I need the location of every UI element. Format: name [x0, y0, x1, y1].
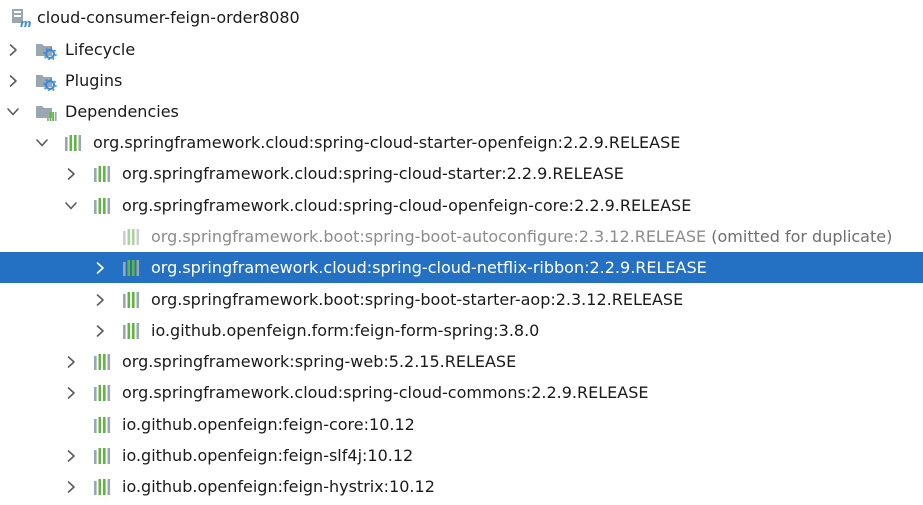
tree-row-label: org.springframework.cloud:spring-cloud-o…	[122, 196, 691, 215]
dependency-coordinates: org.springframework.cloud:spring-cloud-o…	[122, 196, 692, 215]
dependency-coordinates: org.springframework.boot:spring-boot-aut…	[151, 227, 707, 246]
folder-gear-icon	[35, 70, 57, 92]
tree-row[interactable]: org.springframework.boot:spring-boot-aut…	[0, 221, 923, 252]
dependency-coordinates: io.github.openfeign.form:feign-form-spri…	[151, 321, 540, 340]
tree-row-label: org.springframework:spring-web:5.2.15.RE…	[122, 352, 516, 371]
chevron-right-icon[interactable]	[63, 479, 79, 495]
tree-row-label: org.springframework.cloud:spring-cloud-s…	[93, 133, 680, 152]
chevron-right-icon[interactable]	[63, 354, 79, 370]
chevron-down-icon[interactable]	[34, 135, 50, 151]
library-icon	[91, 163, 113, 185]
tree-row-label: org.springframework.boot:spring-boot-sta…	[151, 290, 683, 309]
svg-text:m: m	[20, 17, 31, 28]
chevron-right-icon[interactable]	[5, 42, 21, 58]
dependency-coordinates: Lifecycle	[65, 40, 136, 59]
tree-row[interactable]: org.springframework.cloud:spring-cloud-o…	[0, 190, 923, 221]
library-icon	[120, 226, 142, 248]
tree-row-label: io.github.openfeign.form:feign-form-spri…	[151, 321, 539, 340]
folder-library-icon	[35, 101, 57, 123]
dependency-coordinates: org.springframework:spring-web:5.2.15.RE…	[122, 352, 517, 371]
tree-row[interactable]: io.github.openfeign:feign-slf4j:10.12	[0, 440, 923, 471]
tree-row-label: Lifecycle	[65, 40, 135, 59]
tree-row-label: org.springframework.cloud:spring-cloud-n…	[151, 258, 707, 277]
tree-row[interactable]: org.springframework.cloud:spring-cloud-n…	[0, 252, 923, 283]
dependency-coordinates: org.springframework.cloud:spring-cloud-c…	[122, 383, 649, 402]
tree-row[interactable]: Lifecycle	[0, 34, 923, 65]
tree-row-label: io.github.openfeign:feign-slf4j:10.12	[122, 446, 413, 465]
library-icon	[120, 257, 142, 279]
library-icon	[62, 132, 84, 154]
folder-gear-icon	[35, 39, 57, 61]
dependency-coordinates: org.springframework.cloud:spring-cloud-n…	[151, 258, 707, 277]
tree-row-label: org.springframework.boot:spring-boot-aut…	[151, 227, 892, 246]
tree-row[interactable]: Dependencies	[0, 96, 923, 127]
library-icon	[91, 195, 113, 217]
chevron-down-icon[interactable]	[5, 104, 21, 120]
tree-row-label: Dependencies	[65, 102, 179, 121]
chevron-down-icon[interactable]	[63, 198, 79, 214]
chevron-right-icon[interactable]	[92, 323, 108, 339]
tree-row-label: org.springframework.cloud:spring-cloud-c…	[122, 383, 648, 402]
library-icon	[91, 476, 113, 498]
project-title: cloud-consumer-feign-order8080	[37, 8, 300, 27]
chevron-right-icon[interactable]	[63, 448, 79, 464]
library-icon	[91, 414, 113, 436]
tree-row[interactable]: io.github.openfeign:feign-hystrix:10.12	[0, 471, 923, 502]
dependency-coordinates: io.github.openfeign:feign-slf4j:10.12	[122, 446, 414, 465]
maven-dependency-tree: m cloud-consumer-feign-order8080 Lifecyc…	[0, 0, 923, 505]
chevron-right-icon[interactable]	[92, 260, 108, 276]
tree-row[interactable]: io.github.openfeign.form:feign-form-spri…	[0, 315, 923, 346]
dependency-coordinates: Dependencies	[65, 102, 179, 121]
library-icon	[91, 382, 113, 404]
library-icon	[120, 289, 142, 311]
tree-row[interactable]: org.springframework.boot:spring-boot-sta…	[0, 284, 923, 315]
tree-row-label: io.github.openfeign:feign-core:10.12	[122, 415, 415, 434]
library-icon	[91, 445, 113, 467]
dependency-coordinates: io.github.openfeign:feign-hystrix:10.12	[122, 477, 435, 496]
dependency-coordinates: org.springframework.cloud:spring-cloud-s…	[122, 164, 624, 183]
tree-row[interactable]: org.springframework.cloud:spring-cloud-s…	[0, 127, 923, 158]
tree-row[interactable]: io.github.openfeign:feign-core:10.12	[0, 409, 923, 440]
dependency-coordinates: org.springframework.boot:spring-boot-sta…	[151, 290, 684, 309]
chevron-right-icon[interactable]	[63, 166, 79, 182]
tree-row-label: io.github.openfeign:feign-hystrix:10.12	[122, 477, 435, 496]
tree-row[interactable]: Plugins	[0, 65, 923, 96]
chevron-right-icon[interactable]	[5, 73, 21, 89]
library-icon	[120, 320, 142, 342]
dependency-coordinates: org.springframework.cloud:spring-cloud-s…	[93, 133, 681, 152]
dependency-coordinates: io.github.openfeign:feign-core:10.12	[122, 415, 415, 434]
chevron-right-icon[interactable]	[63, 385, 79, 401]
tree-row[interactable]: org.springframework.cloud:spring-cloud-c…	[0, 377, 923, 408]
tree-row-label: org.springframework.cloud:spring-cloud-s…	[122, 164, 624, 183]
dependency-coordinates: Plugins	[65, 71, 123, 90]
chevron-right-icon[interactable]	[92, 292, 108, 308]
tree-row-project[interactable]: m cloud-consumer-feign-order8080	[0, 2, 923, 33]
omitted-note: (omitted for duplicate)	[706, 227, 893, 246]
tree-row[interactable]: org.springframework.cloud:spring-cloud-s…	[0, 158, 923, 189]
tree-row[interactable]: org.springframework:spring-web:5.2.15.RE…	[0, 346, 923, 377]
library-icon	[91, 351, 113, 373]
tree-row-label: Plugins	[65, 71, 122, 90]
maven-module-icon: m	[10, 7, 32, 29]
